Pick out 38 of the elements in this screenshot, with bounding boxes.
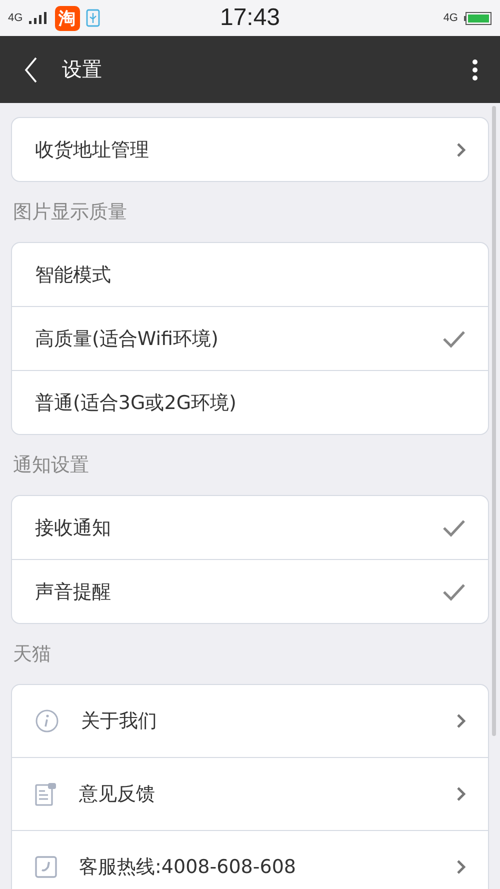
clock: 17:43 xyxy=(220,4,280,32)
row-label: 客服热线:4008-608-608 xyxy=(79,855,297,880)
battery-icon xyxy=(464,12,492,24)
settings-row[interactable]: 关于我们 xyxy=(12,685,488,758)
chevron-right-icon xyxy=(456,859,466,875)
more-icon[interactable] xyxy=(472,58,478,80)
settings-row[interactable]: 意见反馈 xyxy=(12,758,488,831)
row-label: 智能模式 xyxy=(35,262,112,288)
row-label: 接收通知 xyxy=(35,516,112,540)
usb-icon xyxy=(86,9,100,27)
row-label: 普通(适合3G或2G环境) xyxy=(35,390,238,416)
chevron-right-icon xyxy=(456,786,466,802)
chevron-right-icon xyxy=(456,142,466,158)
row-label: 声音提醒 xyxy=(35,580,112,604)
settings-row[interactable]: 接收通知 xyxy=(12,496,488,560)
section-header: 通知设置 xyxy=(12,453,90,478)
chevron-right-icon xyxy=(456,713,466,729)
section-header: 天猫 xyxy=(12,642,52,667)
section-header: 图片显示质量 xyxy=(12,200,128,225)
app-icon: 淘 xyxy=(54,6,80,30)
settings-row[interactable]: 普通(适合3G或2G环境) xyxy=(12,371,488,434)
phone-icon xyxy=(35,856,57,878)
settings-row[interactable]: 声音提醒 xyxy=(12,560,488,623)
settings-row[interactable]: 高质量(适合Wifi环境) xyxy=(12,307,488,371)
signal-icon xyxy=(28,12,49,24)
settings-row[interactable]: 客服热线:4008-608-608 xyxy=(12,831,488,889)
row-label: 高质量(适合Wifi环境) xyxy=(35,326,220,352)
row-label: 意见反馈 xyxy=(79,782,156,807)
back-icon[interactable] xyxy=(24,56,38,82)
page-title: 设置 xyxy=(62,56,103,83)
info-icon xyxy=(35,709,59,733)
settings-row[interactable]: 智能模式 xyxy=(12,243,488,307)
feedback-icon xyxy=(35,782,57,806)
settings-row[interactable]: 收货地址管理 xyxy=(12,118,488,181)
row-label: 关于我们 xyxy=(81,709,158,734)
network-type: 4G xyxy=(8,12,23,24)
network-type: 4G xyxy=(443,12,458,24)
row-label: 收货地址管理 xyxy=(35,138,150,162)
